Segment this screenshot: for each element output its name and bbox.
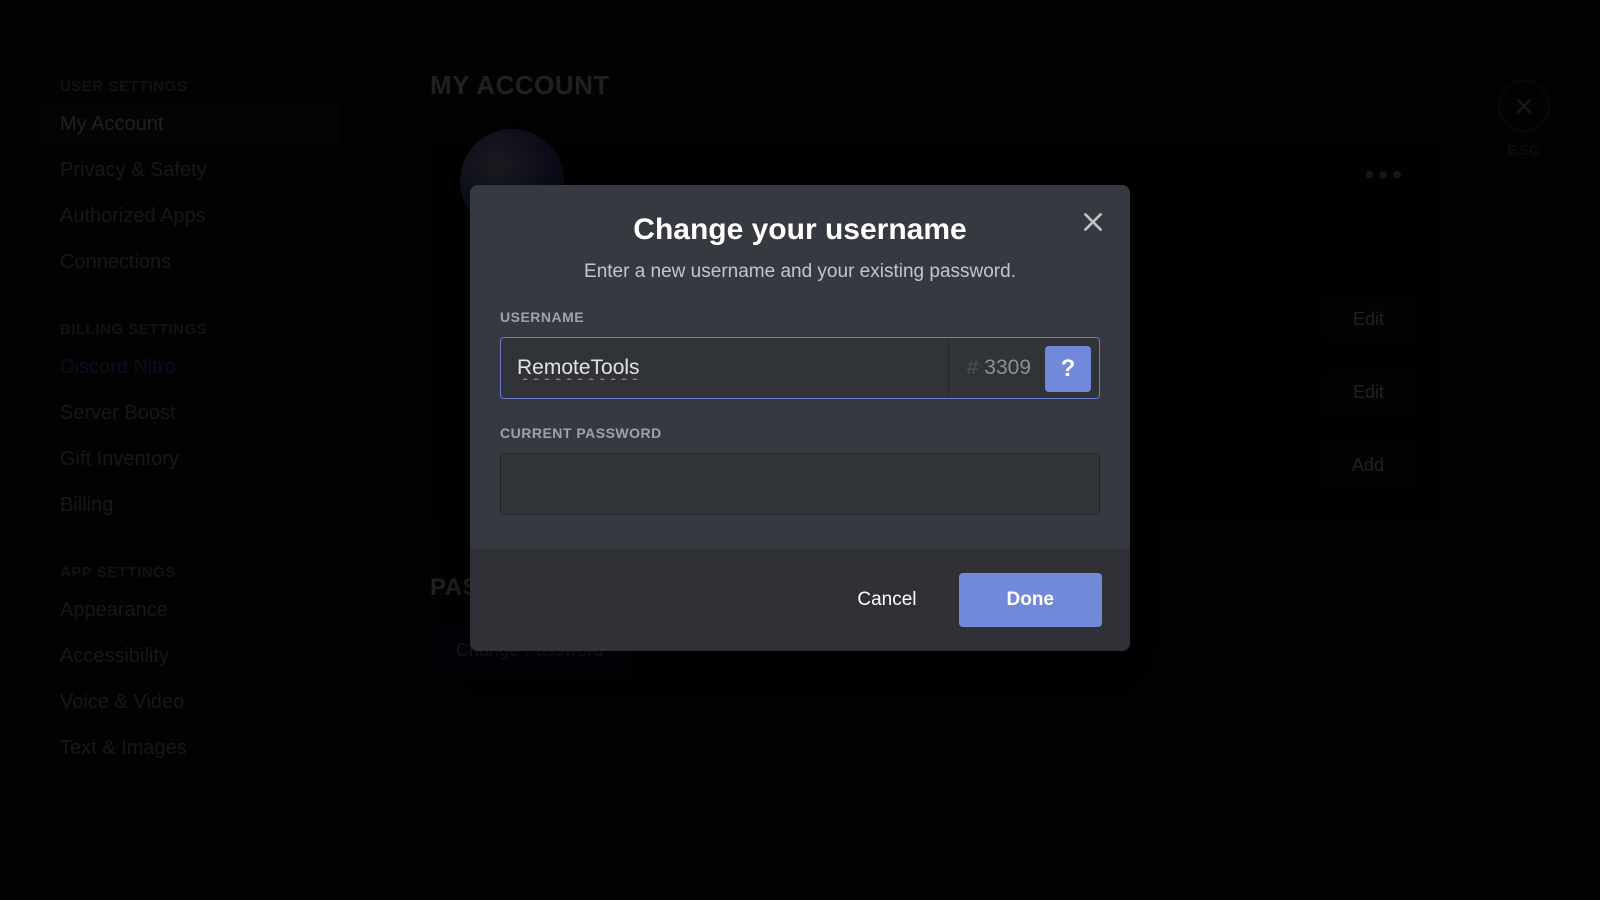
password-field-label: CURRENT PASSWORD [500, 425, 1100, 441]
username-input[interactable] [501, 338, 948, 398]
username-help-button[interactable]: ? [1045, 346, 1091, 392]
username-field-label: USERNAME [500, 309, 1100, 325]
discriminator-value: 3309 [984, 356, 1031, 380]
modal-subtitle: Enter a new username and your existing p… [500, 261, 1100, 283]
close-icon [1080, 209, 1106, 235]
hash-icon: # [967, 356, 979, 380]
current-password-input[interactable] [500, 453, 1100, 515]
modal-footer: Cancel Done [470, 549, 1130, 651]
cancel-button[interactable]: Cancel [835, 575, 938, 625]
discriminator-box: # 3309 [948, 338, 1045, 398]
change-username-modal: Change your username Enter a new usernam… [470, 185, 1130, 651]
modal-close-button[interactable] [1080, 209, 1106, 240]
modal-overlay: Change your username Enter a new usernam… [0, 0, 1600, 900]
username-input-row: # 3309 ? [500, 337, 1100, 399]
modal-title: Change your username [500, 213, 1100, 247]
done-button[interactable]: Done [959, 573, 1103, 627]
